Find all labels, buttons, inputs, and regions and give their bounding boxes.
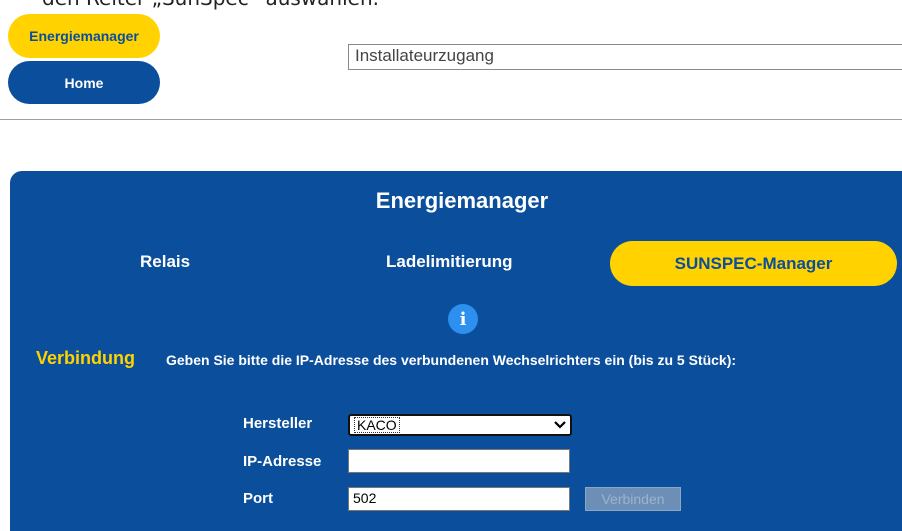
connect-button[interactable]: Verbinden [585, 487, 681, 511]
chevron-down-icon [554, 421, 566, 429]
ip-address-label: IP-Adresse [243, 453, 322, 470]
home-nav-button[interactable]: Home [8, 61, 160, 104]
tab-sunspec-manager[interactable]: SUNSPEC-Manager [610, 241, 897, 286]
tab-relais[interactable]: Relais [140, 252, 190, 272]
manufacturer-label: Hersteller [243, 415, 313, 432]
port-label: Port [243, 490, 273, 507]
connection-section-label: Verbindung [36, 348, 135, 368]
manufacturer-select[interactable]: KACO [348, 414, 572, 436]
connection-instruction: Geben Sie bitte die IP-Adresse des verbu… [166, 352, 737, 368]
tab-ladelimitierung[interactable]: Ladelimitierung [386, 252, 513, 272]
ip-address-input[interactable] [348, 449, 570, 473]
port-input[interactable]: 502 [348, 487, 570, 511]
instruction-caption: den Reiter „SunSpec“ auswählen. [42, 0, 379, 10]
info-icon[interactable]: i [448, 304, 478, 334]
manufacturer-selected-value: KACO [354, 417, 400, 433]
divider [0, 119, 902, 120]
installer-access-field[interactable]: Installateurzugang [348, 44, 902, 70]
energy-manager-panel [10, 171, 902, 531]
panel-title: Energiemanager [375, 188, 549, 213]
energiemanager-nav-button[interactable]: Energiemanager [8, 14, 160, 58]
